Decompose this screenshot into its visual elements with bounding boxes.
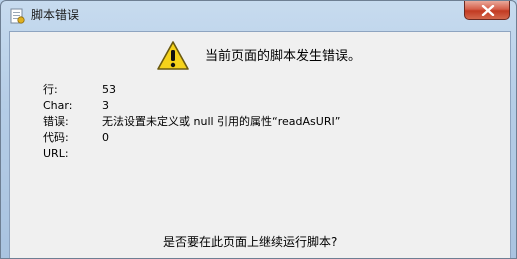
detail-label: 错误: bbox=[43, 115, 69, 128]
detail-value: 0 bbox=[102, 131, 109, 144]
detail-label: 行: bbox=[43, 83, 58, 96]
script-error-dialog: 脚本错误 当前页面的脚本发生错误。 行: 53 Char: 3 错误: 无法设置… bbox=[0, 0, 517, 259]
warning-icon bbox=[156, 40, 190, 72]
window-title: 脚本错误 bbox=[31, 8, 80, 22]
close-icon bbox=[481, 5, 495, 16]
error-headline: 当前页面的脚本发生错误。 bbox=[205, 49, 362, 64]
detail-value: 53 bbox=[102, 83, 116, 96]
close-button[interactable] bbox=[464, 1, 510, 20]
dialog-content: 当前页面的脚本发生错误。 行: 53 Char: 3 错误: 无法设置未定义或 … bbox=[9, 31, 511, 258]
detail-label: URL: bbox=[43, 147, 69, 160]
detail-label: Char: bbox=[43, 99, 73, 112]
document-icon bbox=[9, 8, 25, 24]
title-bar[interactable]: 脚本错误 bbox=[1, 1, 516, 31]
detail-value: 无法设置未定义或 null 引用的属性“readAsURI” bbox=[102, 115, 341, 128]
detail-value: 3 bbox=[102, 99, 109, 112]
continue-question: 是否要在此页面上继续运行脚本? bbox=[163, 235, 338, 249]
detail-label: 代码: bbox=[43, 131, 69, 144]
